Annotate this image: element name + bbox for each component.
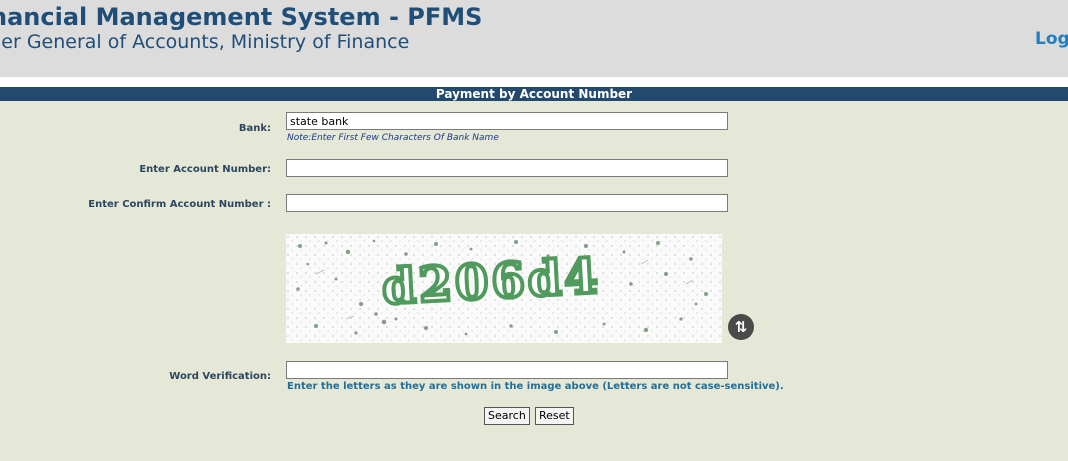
refresh-captcha-button[interactable]: ⇅ — [728, 314, 754, 340]
page-header: nancial Management System - PFMS ler Gen… — [0, 0, 1068, 77]
confirm-account-label: Enter Confirm Account Number : — [88, 199, 271, 210]
account-number-label: Enter Account Number: — [139, 164, 271, 175]
system-title: nancial Management System - PFMS — [0, 3, 483, 31]
bank-label: Bank: — [238, 123, 271, 134]
account-number-input[interactable] — [286, 159, 728, 177]
bank-note: Note:Enter First Few Characters Of Bank … — [287, 133, 499, 143]
system-subtitle: ler General of Accounts, Ministry of Fin… — [0, 31, 410, 53]
search-button[interactable]: Search — [484, 407, 530, 425]
word-verification-label: Word Verification: — [169, 371, 271, 382]
refresh-icon: ⇅ — [734, 318, 748, 336]
header-divider — [0, 77, 1068, 87]
confirm-account-input[interactable] — [286, 194, 728, 212]
login-link[interactable]: Log — [1035, 29, 1068, 49]
bank-input[interactable] — [286, 112, 728, 130]
word-verification-input[interactable] — [286, 361, 728, 379]
word-verification-hint: Enter the letters as they are shown in t… — [287, 381, 784, 392]
captcha-image: d206d4 — [286, 234, 722, 343]
section-title: Payment by Account Number — [0, 87, 1068, 101]
captcha-text: d206d4 — [379, 246, 604, 317]
reset-button[interactable]: Reset — [535, 407, 574, 425]
